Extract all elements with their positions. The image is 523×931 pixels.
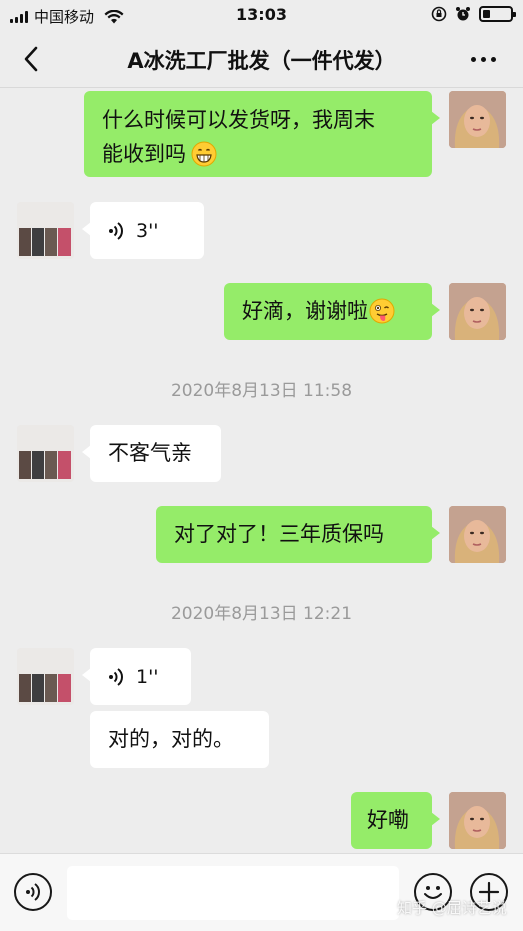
message-timestamp: 2020年8月13日 11:58 [170, 381, 353, 401]
message-bubble-received[interactable]: 对的，对的。 [90, 711, 269, 768]
message-bubble-received[interactable]: 不客气亲 [82, 425, 221, 482]
grinning-emoji-icon [191, 141, 217, 167]
voice-message-bubble[interactable]: 1'' [82, 648, 191, 705]
voice-input-icon [26, 883, 40, 901]
my-avatar[interactable] [449, 506, 506, 563]
more-dots-icon [470, 56, 476, 62]
status-bar: 中国移动 13:03 [0, 0, 523, 30]
watermark: 知乎 @屈诗艺说 [397, 899, 507, 917]
more-button[interactable] [463, 44, 503, 74]
voice-input-button[interactable] [14, 873, 52, 911]
chat-title: A冰洗工厂批发（一件代发） [127, 49, 396, 73]
my-avatar[interactable] [449, 283, 506, 340]
message-timestamp: 2020年8月13日 12:21 [170, 604, 353, 624]
avatar-portrait-icon [449, 91, 506, 148]
avatar-portrait-icon [449, 283, 506, 340]
contact-avatar[interactable] [17, 648, 74, 705]
message-bubble-sent[interactable]: 好嘞 [351, 792, 440, 849]
message-bubble-sent[interactable]: 对了对了！三年质保吗 [156, 506, 440, 563]
voice-wave-icon [109, 221, 123, 240]
orientation-lock-icon [431, 6, 447, 22]
message-bubble-sent[interactable]: 好滴，谢谢啦 [224, 283, 440, 340]
my-avatar[interactable] [449, 91, 506, 148]
chevron-left-icon [24, 46, 38, 72]
voice-duration: 3'' [136, 219, 159, 242]
product-photo-icon [17, 425, 74, 482]
back-button[interactable] [16, 44, 46, 74]
wechat-chat-screen: 中国移动 13:03 A冰洗工厂批发（一件代发） 什么时候可以发货呀，我周末 能… [0, 0, 523, 931]
tongue-out-emoji-icon [369, 298, 395, 324]
product-photo-icon [17, 202, 74, 259]
avatar-portrait-icon [449, 792, 506, 849]
voice-wave-icon [109, 667, 123, 686]
message-list[interactable]: 什么时候可以发货呀，我周末 能收到吗 3'' 好滴，谢谢啦 2020年8月13日… [0, 89, 523, 853]
voice-message-bubble[interactable]: 3'' [82, 202, 204, 259]
product-photo-icon [17, 648, 74, 705]
my-avatar[interactable] [449, 792, 506, 849]
contact-avatar[interactable] [17, 202, 74, 259]
avatar-portrait-icon [449, 506, 506, 563]
battery-icon [479, 6, 516, 22]
message-bubble-sent[interactable]: 什么时候可以发货呀，我周末 能收到吗 [84, 91, 440, 177]
contact-avatar[interactable] [17, 425, 74, 482]
voice-duration: 1'' [136, 665, 159, 688]
nav-bar: A冰洗工厂批发（一件代发） [0, 30, 523, 88]
message-input[interactable] [67, 866, 399, 920]
input-bar [0, 853, 523, 931]
alarm-icon [456, 7, 470, 21]
